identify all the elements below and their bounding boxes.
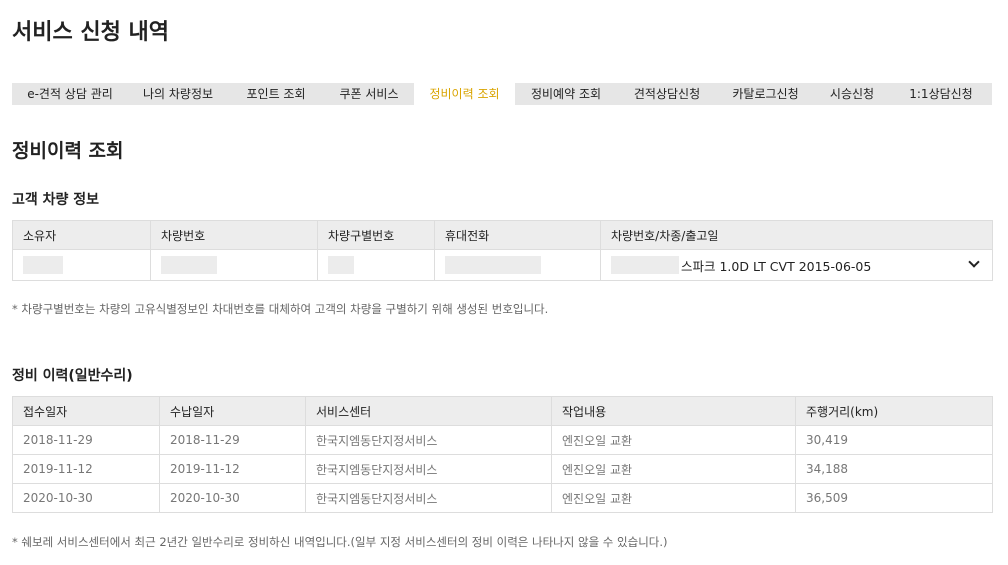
vehicle-info-title: 고객 차량 정보 <box>12 192 100 208</box>
vehicle-id-value-redacted <box>317 249 435 281</box>
col-vehicle-select: 차량번호/차종/출고일 <box>600 220 993 250</box>
mileage: 36,509 <box>795 483 993 513</box>
table-row: 2019-11-12 2019-11-12 한국지엠동단지정서비스 엔진오일 교… <box>12 454 993 484</box>
tab-coupon[interactable]: 쿠폰 서비스 <box>324 83 414 105</box>
tab-catalog-request[interactable]: 카탈로그신청 <box>717 83 814 105</box>
history-title: 정비 이력(일반수리) <box>12 368 133 384</box>
work-content: 엔진오일 교환 <box>551 425 796 455</box>
tab-e-estimate[interactable]: e-견적 상담 관리 <box>12 83 128 105</box>
col-vehicle-id: 차량구별번호 <box>317 220 435 250</box>
tab-maintenance-reservation[interactable]: 정비예약 조회 <box>515 83 617 105</box>
page-title: 서비스 신청 내역 <box>12 20 169 45</box>
service-center: 한국지엠동단지정서비스 <box>305 454 552 484</box>
work-content: 엔진오일 교환 <box>551 454 796 484</box>
col-mileage: 주행거리(km) <box>795 396 993 426</box>
received-date: 2020-10-30 <box>12 483 160 513</box>
history-note: * 쉐보레 서비스센터에서 최근 2년간 일반수리로 정비하신 내역입니다.(일… <box>12 535 668 549</box>
table-row: 2018-11-29 2018-11-29 한국지엠동단지정서비스 엔진오일 교… <box>12 425 993 455</box>
col-paid-date: 수납일자 <box>159 396 306 426</box>
work-content: 엔진오일 교환 <box>551 483 796 513</box>
col-phone: 휴대전화 <box>434 220 601 250</box>
col-plate: 차량번호 <box>150 220 318 250</box>
owner-value-redacted <box>12 249 151 281</box>
tab-maintenance-history[interactable]: 정비이력 조회 <box>414 83 515 105</box>
table-row: 2020-10-30 2020-10-30 한국지엠동단지정서비스 엔진오일 교… <box>12 483 993 513</box>
mileage: 34,188 <box>795 454 993 484</box>
col-work: 작업내용 <box>551 396 796 426</box>
vehicle-select-value: 스파크 1.0D LT CVT 2015-06-05 <box>681 258 872 274</box>
tab-test-drive[interactable]: 시승신청 <box>814 83 890 105</box>
received-date: 2018-11-29 <box>12 425 160 455</box>
tab-estimate-request[interactable]: 견적상담신청 <box>617 83 717 105</box>
col-received-date: 접수일자 <box>12 396 160 426</box>
col-owner: 소유자 <box>12 220 151 250</box>
service-center: 한국지엠동단지정서비스 <box>305 483 552 513</box>
service-center: 한국지엠동단지정서비스 <box>305 425 552 455</box>
tab-one-on-one[interactable]: 1:1상담신청 <box>890 83 992 105</box>
vehicle-select[interactable]: 스파크 1.0D LT CVT 2015-06-05 <box>600 249 993 281</box>
tab-points[interactable]: 포인트 조회 <box>228 83 324 105</box>
table-row: 스파크 1.0D LT CVT 2015-06-05 <box>12 249 993 281</box>
col-service-center: 서비스센터 <box>305 396 552 426</box>
paid-date: 2020-10-30 <box>159 483 306 513</box>
chevron-down-icon[interactable] <box>968 256 980 268</box>
paid-date: 2018-11-29 <box>159 425 306 455</box>
mileage: 30,419 <box>795 425 993 455</box>
received-date: 2019-11-12 <box>12 454 160 484</box>
tab-my-vehicle[interactable]: 나의 차량정보 <box>128 83 228 105</box>
section-title: 정비이력 조회 <box>12 140 124 162</box>
tab-bar: e-견적 상담 관리 나의 차량정보 포인트 조회 쿠폰 서비스 정비이력 조회… <box>12 83 992 105</box>
vehicle-info-table: 소유자 차량번호 차량구별번호 휴대전화 차량번호/차종/출고일 스파크 1.0… <box>12 220 993 281</box>
paid-date: 2019-11-12 <box>159 454 306 484</box>
plate-value-redacted <box>150 249 318 281</box>
phone-value-redacted <box>434 249 601 281</box>
vehicle-id-note: * 차량구별번호는 차량의 고유식별정보인 차대번호를 대체하여 고객의 차량을… <box>12 302 549 316</box>
maintenance-history-table: 접수일자 수납일자 서비스센터 작업내용 주행거리(km) 2018-11-29… <box>12 396 993 513</box>
